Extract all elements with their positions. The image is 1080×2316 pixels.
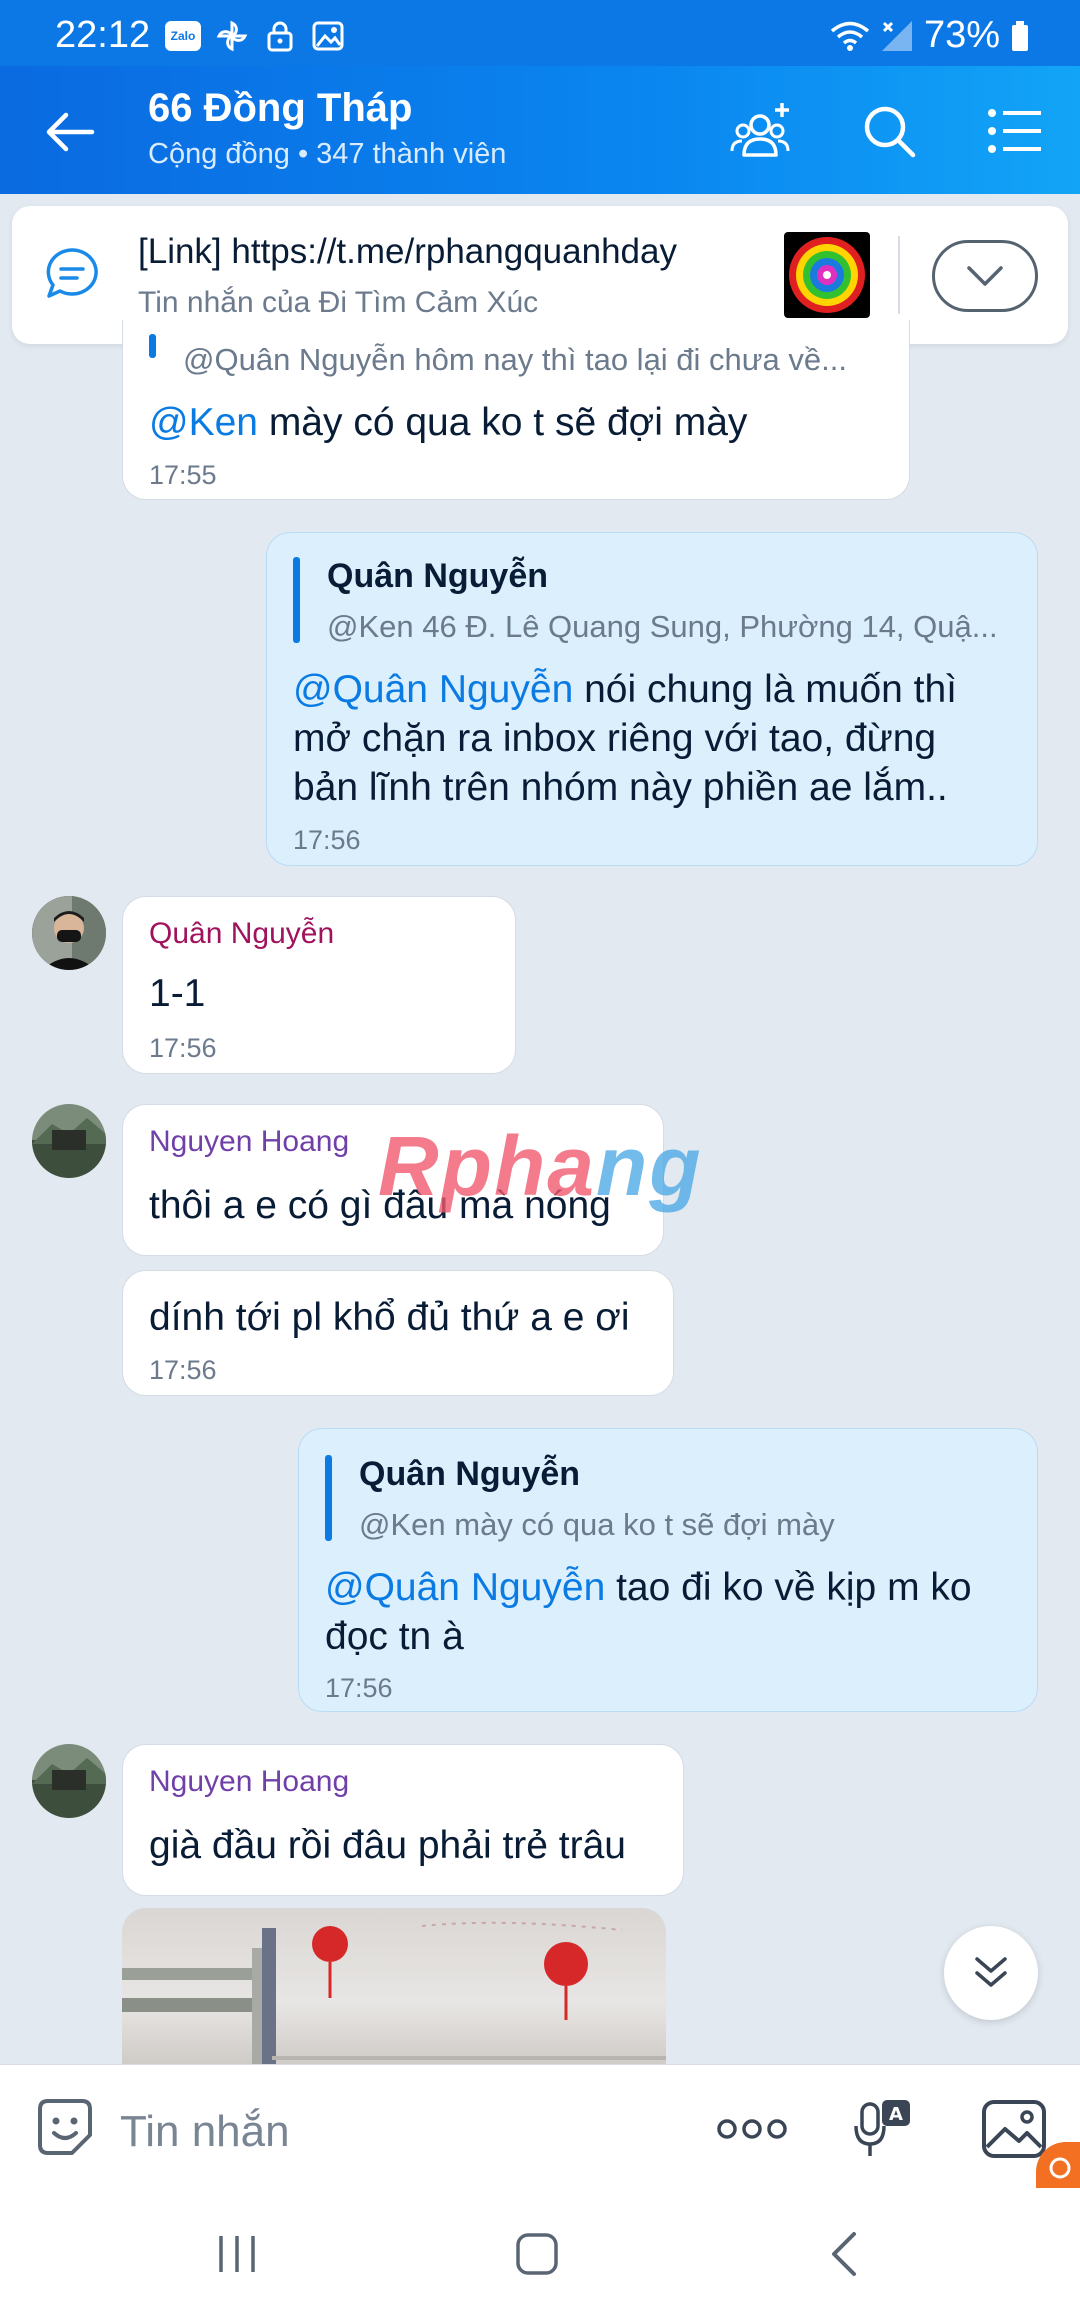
pinwheel-icon — [215, 20, 249, 52]
message-time: 17:56 — [293, 825, 361, 855]
home-button[interactable] — [502, 2224, 572, 2284]
my-message-bubble[interactable]: Quân Nguyễn @Ken 46 Đ. Lê Quang Sung, Ph… — [266, 532, 1038, 866]
group-subtitle[interactable]: Cộng đồng • 347 thành viên — [148, 138, 506, 171]
message-line: nói chung là muốn thì — [573, 668, 958, 711]
chat-bubble-icon — [42, 244, 102, 304]
microphone-icon: A — [854, 2100, 910, 2156]
message-text: 1-1 — [149, 972, 206, 1015]
message-bubble[interactable]: dính tới pl khổ đủ thứ a e ơi 17:56 — [122, 1270, 674, 1396]
recent-apps-button[interactable] — [202, 2224, 272, 2284]
chevron-left-icon — [832, 2232, 856, 2276]
status-bar: 22:12 Zalo 73% — [0, 0, 1080, 66]
signal-icon — [881, 20, 912, 51]
message-input-bar: Tin nhắn A — [0, 2064, 1080, 2194]
quote-text: @Ken 46 Đ. Lê Quang Sung, Phường 14, Quậ… — [327, 609, 998, 644]
group-title[interactable]: 66 Đồng Tháp — [148, 86, 412, 131]
message-time: 17:56 — [325, 1673, 393, 1703]
zalo-notification-icon: Zalo — [165, 21, 201, 51]
avatar-nguyen-hoang[interactable] — [32, 1744, 106, 1818]
chat-header: 66 Đồng Tháp Cộng đồng • 347 thành viên — [0, 66, 1080, 194]
message-bubble[interactable]: Nguyen Hoang già đầu rồi đâu phải trẻ tr… — [122, 1744, 684, 1896]
search-button[interactable] — [854, 96, 924, 166]
watermark-logo: Rphang — [378, 1119, 703, 1213]
status-time: 22:12 — [55, 14, 151, 56]
wifi-icon — [830, 21, 870, 51]
scroll-to-bottom-button[interactable] — [944, 1926, 1038, 2020]
message-time: 17:55 — [149, 460, 217, 490]
message-input[interactable]: Tin nhắn — [120, 2107, 290, 2157]
more-options-button[interactable] — [716, 2093, 788, 2165]
voice-to-text-button[interactable]: A — [846, 2093, 918, 2165]
message-time: 17:56 — [149, 1355, 217, 1385]
notification-icons: Zalo — [165, 20, 345, 52]
message-line: mở chặn ra inbox riêng với tao, đừng — [293, 717, 937, 760]
quote-sender: Quân Nguyễn — [327, 557, 549, 595]
double-chevron-down-icon — [975, 1957, 1007, 1987]
avatar-quan-nguyen[interactable] — [32, 896, 106, 970]
quote-bar — [149, 334, 156, 358]
sender-name[interactable]: Nguyen Hoang — [149, 1125, 349, 1159]
list-menu-icon — [988, 109, 1041, 153]
message-text: @Quân Nguyễn nói chung là muốn thì — [293, 665, 957, 714]
back-arrow-icon — [46, 112, 95, 152]
battery-percent: 73% — [923, 14, 1000, 56]
avatar-nguyen-hoang[interactable] — [32, 1104, 106, 1178]
battery-icon — [1012, 20, 1028, 51]
message-line: đọc tn à — [325, 1615, 464, 1658]
sender-name[interactable]: Quân Nguyễn — [149, 917, 334, 951]
add-member-button[interactable] — [728, 96, 798, 166]
quote-text: @Ken mày có qua ko t sẽ đợi mày — [359, 1507, 835, 1542]
pinned-subtitle: Tin nhắn của Đi Tìm Cảm Xúc — [138, 286, 539, 319]
image-notification-icon — [311, 20, 345, 52]
sender-name[interactable]: Nguyen Hoang — [149, 1765, 349, 1799]
add-member-icon — [730, 103, 790, 157]
message-bubble[interactable]: @Quân Nguyễn hôm nay thì tao lại đi chưa… — [122, 320, 910, 500]
mention-link[interactable]: @Quân Nguyễn — [325, 1566, 605, 1609]
pinned-expand-button[interactable] — [932, 240, 1038, 312]
pinned-divider — [898, 236, 900, 314]
chevron-down-icon — [967, 266, 1003, 286]
back-button[interactable] — [40, 102, 100, 162]
message-bubble[interactable]: Quân Nguyễn 1-1 17:56 — [122, 896, 516, 1074]
refresh-icon — [1049, 2157, 1071, 2179]
status-right: 73% — [830, 14, 1030, 57]
mention-link[interactable]: @Quân Nguyễn — [293, 668, 573, 711]
quote-bar — [293, 557, 300, 643]
sticker-icon — [38, 2099, 92, 2155]
menu-button[interactable] — [980, 96, 1050, 166]
message-line: bản lĩnh trên nhóm này phiền ae lắm.. — [293, 766, 948, 809]
svg-text:A: A — [889, 2104, 903, 2125]
message-text: già đầu rồi đâu phải trẻ trâu — [149, 1824, 626, 1867]
quote-bar — [325, 1455, 332, 1541]
floating-shortcut-tab[interactable] — [1036, 2142, 1080, 2188]
mention-link[interactable]: @Ken — [149, 401, 258, 444]
message-text: @Ken mày có qua ko t sẽ đợi mày — [149, 398, 747, 447]
message-line: tao đi ko về kịp m ko — [605, 1566, 972, 1609]
quote-text: @Quân Nguyễn hôm nay thì tao lại đi chưa… — [183, 342, 847, 377]
system-nav-bar — [0, 2194, 1080, 2316]
pinned-title: [Link] https://t.me/rphangquanhday — [138, 232, 677, 271]
message-text: @Quân Nguyễn tao đi ko về kịp m ko — [325, 1563, 972, 1612]
home-square-icon — [516, 2233, 558, 2275]
emoji-button[interactable] — [32, 2095, 98, 2161]
pinned-thumbnail — [784, 232, 870, 318]
more-dots-icon — [717, 2119, 787, 2139]
message-time: 17:56 — [149, 1033, 217, 1063]
quote-sender: Quân Nguyễn — [359, 1455, 581, 1493]
nav-back-button[interactable] — [808, 2224, 878, 2284]
message-text-body: mày có qua ko t sẽ đợi mày — [257, 401, 748, 444]
message-text: dính tới pl khổ đủ thứ a e ơi — [149, 1296, 630, 1339]
photo-message[interactable] — [122, 1908, 666, 2064]
my-message-bubble[interactable]: Quân Nguyễn @Ken mày có qua ko t sẽ đợi … — [298, 1428, 1038, 1712]
search-icon — [864, 106, 916, 158]
recents-icon — [219, 2236, 255, 2272]
lock-icon — [263, 20, 297, 52]
